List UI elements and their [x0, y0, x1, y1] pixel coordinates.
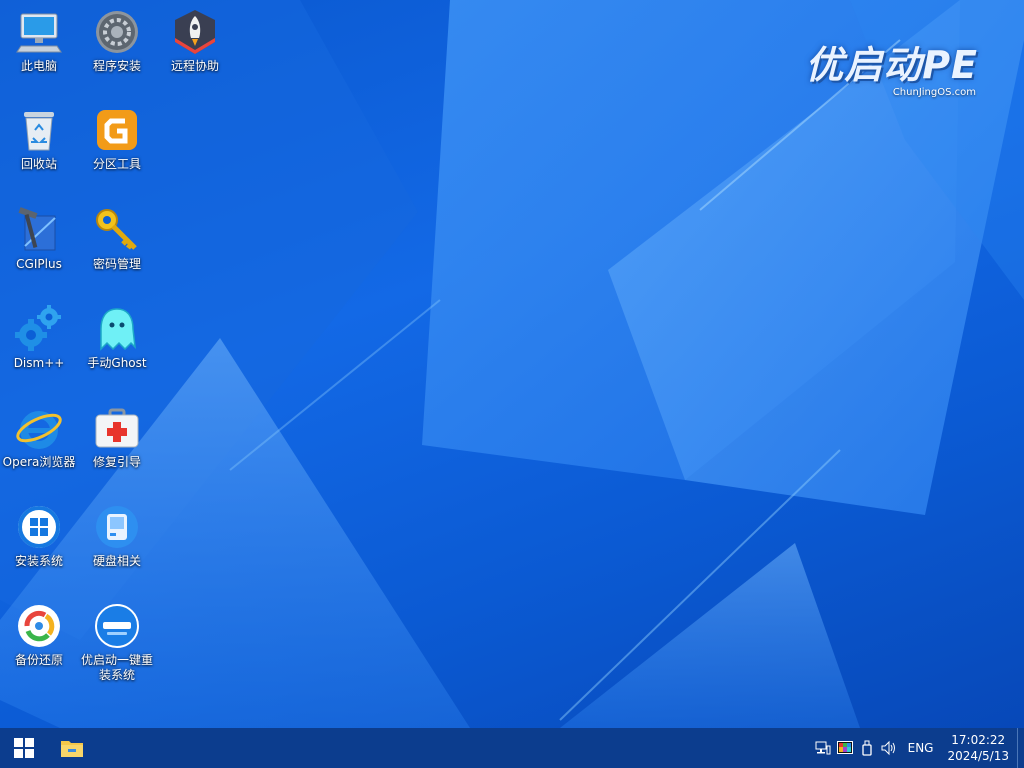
desktop-icon-dism[interactable]: Dism++: [0, 305, 78, 371]
desktop-icon-repair-boot[interactable]: 修复引导: [78, 404, 156, 470]
desktop-icon-manual-ghost[interactable]: 手动Ghost: [78, 305, 156, 371]
icon-label: 此电脑: [20, 59, 57, 73]
desktop-icon-youqidong-reinstall[interactable]: 优启动一键重装系统: [78, 602, 156, 683]
windows-install-icon: [18, 506, 60, 548]
recycle-bin-icon: [24, 112, 54, 151]
desktop-icon-remote-assistance[interactable]: 远程协助: [156, 8, 234, 74]
icon-label: Dism++: [13, 356, 65, 370]
show-desktop-button[interactable]: [1017, 728, 1024, 768]
clock-date: 2024/5/13: [947, 749, 1009, 763]
windows-start-icon: [14, 738, 34, 758]
desktop-icon-recycle-bin[interactable]: 回收站: [0, 106, 78, 172]
taskbar: ENG 17:02:22 2024/5/13: [0, 728, 1024, 768]
usb-icon: [861, 740, 872, 756]
icon-label: 回收站: [20, 157, 57, 171]
icon-label: 分区工具: [92, 157, 141, 171]
desktop-icon-opera-browser[interactable]: Opera浏览器: [0, 404, 78, 470]
icon-label: 程序安装: [92, 59, 141, 73]
system-tray: ENG 17:02:22 2024/5/13: [812, 728, 1024, 768]
tray-display[interactable]: [835, 728, 855, 768]
file-explorer-icon: [61, 741, 83, 757]
tray-usb[interactable]: [857, 728, 877, 768]
taskbar-clock[interactable]: 17:02:22 2024/5/13: [941, 732, 1017, 764]
icon-label: Opera浏览器: [2, 455, 76, 469]
desktop-icon-partition-tool[interactable]: 分区工具: [78, 106, 156, 172]
clock-time: 17:02:22: [951, 733, 1006, 747]
hard-disk-icon: [96, 506, 138, 548]
desktop-icon-this-pc[interactable]: 此电脑: [0, 8, 78, 74]
icon-label: 远程协助: [170, 59, 219, 73]
logo-title: 优启动PE: [805, 43, 978, 87]
input-language[interactable]: ENG: [900, 741, 942, 755]
brand-logo: 优启动PE ChunJingOS.com: [805, 34, 978, 98]
desktop-icon-install-system[interactable]: 安装系统: [0, 503, 78, 569]
icon-label: 密码管理: [92, 257, 141, 271]
backup-restore-icon: [18, 605, 60, 647]
first-aid-kit-icon: [95, 408, 139, 448]
icon-label: 安装系统: [14, 554, 63, 568]
rocket-icon: [175, 10, 215, 54]
computer-icon: [16, 13, 62, 53]
diskgenius-icon: [97, 110, 137, 150]
tray-volume[interactable]: [879, 728, 899, 768]
icon-label: 优启动一键重装系统: [80, 653, 153, 682]
settings-gear-icon: [96, 11, 138, 53]
icon-label: 硬盘相关: [92, 554, 141, 568]
desktop-icon-disk-related[interactable]: 硬盘相关: [78, 503, 156, 569]
desktop-icon-program-install[interactable]: 程序安装: [78, 8, 156, 74]
icon-label: 备份还原: [14, 653, 63, 667]
start-button[interactable]: [0, 728, 48, 768]
icon-label: CGIPlus: [16, 257, 62, 271]
desktop: 优启动PE ChunJingOS.com 此电脑 回收站 CGIPlus Dis…: [0, 0, 1024, 728]
hammer-ruler-icon: [18, 207, 56, 251]
key-icon: [96, 209, 137, 250]
ghost-icon: [100, 308, 136, 351]
taskbar-file-explorer[interactable]: [48, 728, 96, 768]
icon-label: 修复引导: [92, 455, 141, 469]
icon-label: 手动Ghost: [87, 356, 147, 370]
gears-icon: [15, 305, 61, 351]
network-icon: [815, 741, 831, 755]
desktop-icon-backup-restore[interactable]: 备份还原: [0, 602, 78, 668]
volume-icon: [881, 740, 895, 756]
desktop-icon-password-manager[interactable]: 密码管理: [78, 206, 156, 272]
youqidong-icon: [95, 604, 139, 648]
tray-network[interactable]: [813, 728, 833, 768]
ie-browser-icon: [16, 411, 62, 449]
desktop-icon-cgiplus[interactable]: CGIPlus: [0, 206, 78, 272]
color-display-icon: [836, 741, 853, 754]
